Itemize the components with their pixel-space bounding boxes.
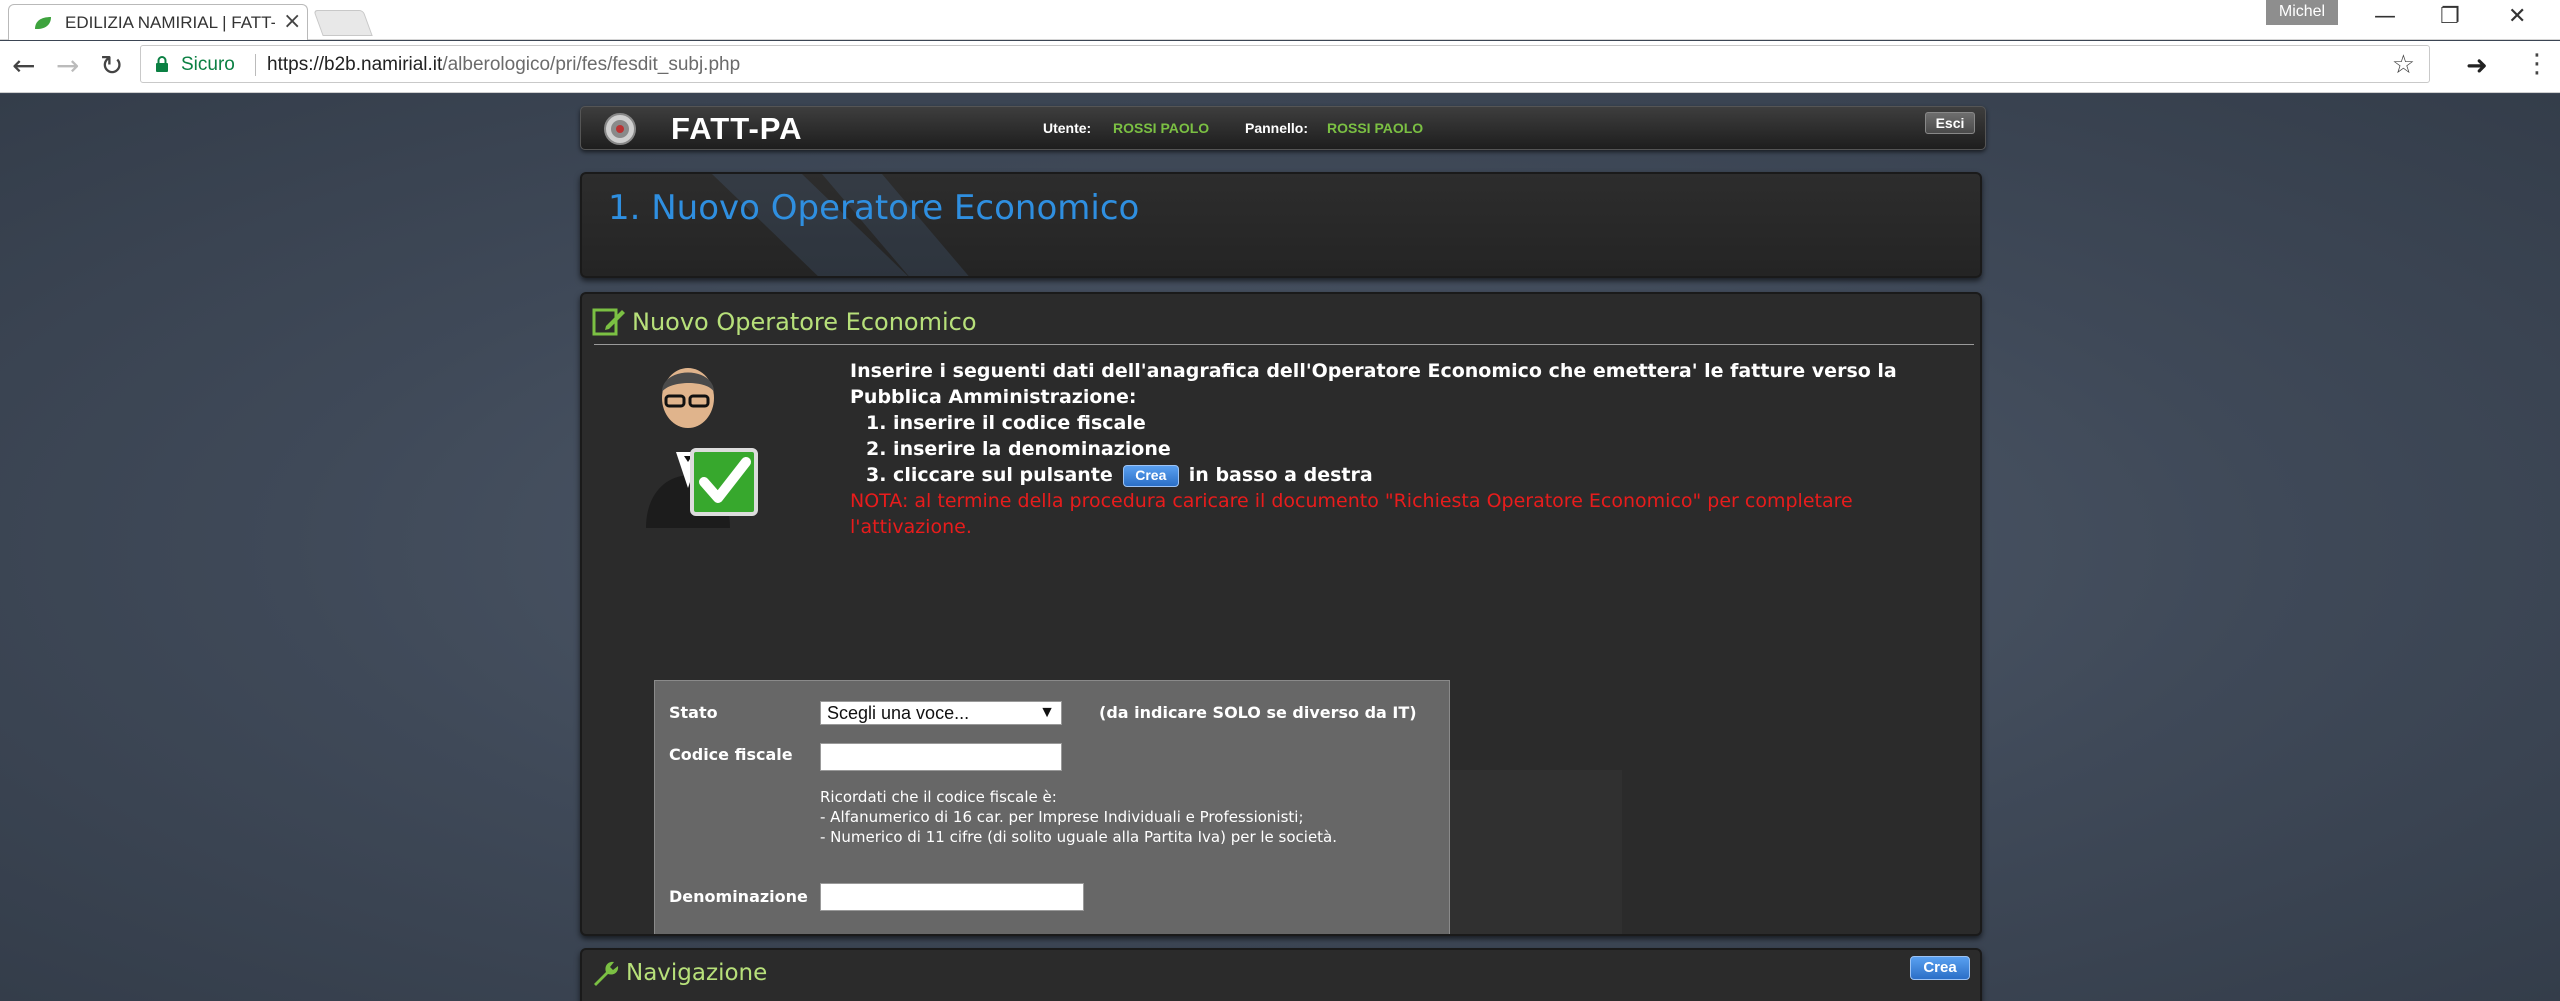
app-header: FATT-PA Utente: ROSSI PAOLO Pannello: RO… — [580, 106, 1986, 150]
crea-inline-badge: Crea — [1122, 464, 1179, 487]
denominazione-input[interactable] — [820, 883, 1084, 911]
crea-button[interactable]: Crea — [1910, 956, 1970, 980]
page-title: 1. Nuovo Operatore Economico — [608, 188, 1140, 228]
logout-button[interactable]: Esci — [1925, 112, 1975, 134]
instructions-intro: Inserire i seguenti dati dell'anagrafica… — [850, 360, 1897, 408]
instructions-block: Inserire i seguenti dati dell'anagrafica… — [850, 358, 1910, 540]
instruction-step-1: 1. inserire il codice fiscale — [866, 412, 1146, 434]
page-title-panel: 1. Nuovo Operatore Economico — [580, 172, 1982, 278]
utente-value: ROSSI PAOLO — [1113, 120, 1210, 136]
section-title: Nuovo Operatore Economico — [632, 308, 977, 336]
restore-icon[interactable]: ❐ — [2440, 4, 2460, 29]
reload-icon[interactable]: ↻ — [100, 49, 123, 82]
lock-icon — [156, 56, 168, 72]
codice-fiscale-label: Codice fiscale — [669, 745, 793, 764]
nota-warning: NOTA: al termine della procedura caricar… — [850, 490, 1853, 538]
star-icon[interactable]: ☆ — [2392, 50, 2415, 80]
navigation-title: Navigazione — [626, 960, 768, 986]
back-arrow-icon[interactable]: ← — [12, 49, 35, 82]
operator-form: Stato Scegli una voce... ▼ (da indicare … — [654, 680, 1450, 934]
pannello-label: Pannello: — [1245, 120, 1309, 136]
page-background: FATT-PA Utente: ROSSI PAOLO Pannello: RO… — [0, 94, 2560, 1001]
tab-close-icon[interactable]: × — [283, 9, 301, 34]
address-bar[interactable]: Sicuro https://b2b.namirial.it/alberolog… — [140, 45, 2430, 83]
section-divider — [594, 344, 1974, 345]
tab-title: EDILIZIA NAMIRIAL | FATT-PA — [65, 13, 275, 32]
main-panel: Nuovo Operatore Economico Inserire i seg… — [580, 292, 1982, 936]
browser-tab[interactable]: EDILIZIA NAMIRIAL | FATT-PA × — [8, 4, 308, 40]
codice-fiscale-help: Ricordati che il codice fiscale è: - Alf… — [820, 788, 1338, 846]
instruction-step-2: 2. inserire la denominazione — [866, 438, 1171, 460]
menu-dots-icon[interactable]: ⋮ — [2524, 49, 2550, 79]
minimize-icon[interactable]: — — [2374, 4, 2396, 29]
chevron-down-icon: ▼ — [1039, 704, 1055, 721]
close-window-icon[interactable]: ✕ — [2508, 4, 2526, 29]
instruction-step-3: 3. cliccare sul pulsante Crea in basso a d… — [850, 462, 1910, 488]
forward-arrow-icon[interactable]: → — [56, 49, 79, 82]
edit-document-icon — [592, 308, 625, 336]
step3-text-pre: 3. cliccare sul pulsante — [866, 464, 1113, 486]
stato-note: (da indicare SOLO se diverso da IT) — [1099, 703, 1417, 722]
leaf-favicon-icon — [35, 17, 51, 29]
target-logo-icon — [604, 113, 636, 145]
codice-fiscale-input[interactable] — [820, 743, 1062, 771]
wrench-icon — [594, 961, 619, 986]
businessman-approved-icon — [646, 368, 758, 528]
pannello-value: ROSSI PAOLO — [1327, 120, 1424, 136]
new-tab-button[interactable] — [313, 10, 373, 36]
navigation-panel: Navigazione Crea — [580, 948, 1982, 1001]
step3-text-post: in basso a destra — [1188, 464, 1373, 486]
denominazione-label: Denominazione — [669, 887, 808, 906]
omnibox-separator — [255, 54, 256, 76]
browser-toolbar: ← → ↻ Sicuro https://b2b.namirial.it/alb… — [0, 41, 2560, 93]
extension-arrow-icon[interactable]: ➜ — [2466, 51, 2488, 81]
url-text[interactable]: https://b2b.namirial.it/alberologico/pri… — [267, 54, 740, 76]
utente-label: Utente: — [1043, 120, 1092, 136]
secure-label: Sicuro — [181, 54, 235, 75]
browser-tabstrip: EDILIZIA NAMIRIAL | FATT-PA × Michel — ❐… — [0, 0, 2560, 40]
app-title: FATT-PA — [671, 111, 803, 146]
profile-badge[interactable]: Michel — [2266, 0, 2338, 25]
stato-label: Stato — [669, 703, 718, 722]
stato-select[interactable]: Scegli una voce... ▼ — [820, 701, 1062, 725]
